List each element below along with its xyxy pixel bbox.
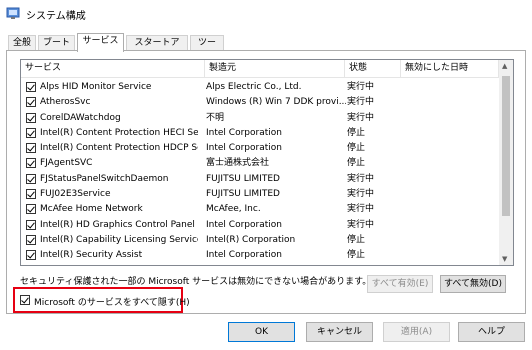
tab-strip: 全般 ブート サービス スタートアップ ツール: [6, 33, 526, 62]
service-status: 停止: [347, 234, 366, 245]
service-checkbox[interactable]: [26, 82, 36, 92]
service-status: 実行中: [347, 112, 375, 123]
service-status: 停止: [347, 143, 366, 154]
tab-tools[interactable]: ツール: [190, 35, 224, 62]
column-header-maker[interactable]: 製造元: [205, 60, 345, 78]
service-checkbox[interactable]: [26, 158, 36, 169]
hide-microsoft-services-label[interactable]: Microsoft のサービスをすべて隠す(H): [34, 295, 190, 308]
service-row[interactable]: FUJ02E3Service FUJITSU LIMITED 実行中: [21, 187, 499, 202]
scroll-thumb[interactable]: [502, 76, 510, 216]
service-status: 実行中: [347, 219, 375, 230]
disable-all-button[interactable]: すべて無効(D): [440, 275, 506, 293]
service-row[interactable]: Intel(R) Security Assist Intel Corporatio…: [21, 248, 499, 263]
service-status: 実行中: [347, 265, 397, 266]
service-maker: FUJITSU LIMITED: [206, 189, 280, 200]
service-row[interactable]: Intel(R) Dynamic Application Loa... Intel…: [21, 264, 499, 266]
hide-microsoft-services-highlight: Microsoft のサービスをすべて隠す(H): [13, 287, 190, 313]
service-name: FUJ02E3Service: [40, 189, 111, 200]
protected-services-note: セキュリティ保護された一部の Microsoft サービスは無効にできない場合が…: [20, 277, 372, 287]
column-header-disabled-date[interactable]: 無効にした日時: [401, 60, 499, 78]
service-row[interactable]: Intel(R) Content Protection HDCP Se... In…: [21, 141, 499, 156]
service-name: McAfee Home Network: [40, 204, 143, 215]
services-panel: サービス 製造元 状態 無効にした日時 Alps HID Monitor Ser…: [6, 50, 526, 314]
service-maker: Intel(R) Corporation: [206, 234, 296, 245]
service-status: 実行中: [347, 189, 375, 200]
service-status: 停止: [347, 158, 366, 169]
service-status: 停止: [347, 250, 366, 261]
help-button[interactable]: ヘルプ: [458, 322, 525, 342]
service-row[interactable]: Intel(R) Capability Licensing Service ..…: [21, 233, 499, 248]
service-row[interactable]: FJStatusPanelSwitchDaemon FUJITSU LIMITED…: [21, 172, 499, 187]
service-name: FJStatusPanelSwitchDaemon: [40, 173, 169, 184]
ok-button[interactable]: OK: [228, 322, 295, 342]
tab-services[interactable]: サービス: [77, 33, 124, 52]
tab-boot[interactable]: ブート: [38, 35, 75, 51]
scroll-down-icon[interactable]: ▼: [502, 255, 507, 263]
service-maker: Intel Corporation: [206, 265, 346, 266]
service-checkbox[interactable]: [26, 173, 36, 184]
hide-microsoft-services-checkbox[interactable]: [20, 295, 30, 305]
service-status: 実行中: [347, 82, 375, 92]
service-maker: Intel Corporation: [206, 143, 282, 154]
service-status: 実行中: [347, 173, 375, 184]
tab-startup[interactable]: スタートアップ: [126, 35, 188, 62]
service-row[interactable]: Alps HID Monitor Service Alps Electric Co…: [21, 80, 499, 95]
service-row[interactable]: McAfee Home Network McAfee, Inc. 実行中: [21, 202, 499, 217]
apply-button[interactable]: 適用(A): [383, 322, 450, 342]
service-name: Intel(R) Dynamic Application Loa...: [40, 265, 198, 266]
service-maker: McAfee, Inc.: [206, 204, 261, 215]
scroll-up-icon[interactable]: ▲: [502, 62, 507, 70]
service-name: Intel(R) Capability Licensing Service ..…: [40, 234, 198, 245]
service-name: FJAgentSVC: [40, 158, 93, 169]
service-maker: Intel Corporation: [206, 250, 282, 261]
service-row[interactable]: Intel(R) HD Graphics Control Panel S... I…: [21, 218, 499, 233]
service-checkbox[interactable]: [26, 127, 36, 138]
service-checkbox[interactable]: [26, 97, 36, 108]
service-checkbox[interactable]: [26, 112, 36, 123]
column-header-service[interactable]: サービス: [21, 60, 205, 78]
service-name: Alps HID Monitor Service: [40, 82, 152, 92]
title-bar: システム構成: [0, 0, 532, 28]
service-maker: 不明: [206, 112, 225, 123]
service-row[interactable]: FJAgentSVC 富士通株式会社 停止: [21, 156, 499, 171]
service-checkbox[interactable]: [26, 189, 36, 200]
service-maker: 富士通株式会社: [206, 158, 270, 169]
service-name: AtherosSvc: [40, 97, 91, 108]
service-status: 停止: [347, 127, 366, 138]
service-name: Intel(R) Content Protection HDCP Se...: [40, 143, 198, 154]
service-checkbox[interactable]: [26, 204, 36, 215]
service-row[interactable]: AtherosSvc Windows (R) Win 7 DDK provi...…: [21, 95, 499, 110]
service-checkbox[interactable]: [26, 234, 36, 245]
service-checkbox[interactable]: [26, 219, 36, 230]
service-maker: FUJITSU LIMITED: [206, 173, 280, 184]
service-name: Intel(R) HD Graphics Control Panel S...: [40, 219, 198, 230]
tab-general[interactable]: 全般: [8, 35, 36, 51]
service-name: Intel(R) Content Protection HECI Ser...: [40, 127, 198, 138]
service-name: CorelDAWatchdog: [40, 112, 121, 123]
vertical-scrollbar[interactable]: ▲ ▼: [499, 60, 513, 265]
window-title: システム構成: [26, 11, 86, 22]
service-maker: Intel Corporation: [206, 219, 282, 230]
service-row[interactable]: Intel(R) Content Protection HECI Ser... I…: [21, 126, 499, 141]
services-list[interactable]: サービス 製造元 状態 無効にした日時 Alps HID Monitor Ser…: [20, 59, 514, 266]
column-header-status[interactable]: 状態: [345, 60, 401, 78]
service-checkbox[interactable]: [26, 143, 36, 154]
service-checkbox[interactable]: [26, 250, 36, 261]
enable-all-button[interactable]: すべて有効(E): [367, 275, 433, 293]
service-row[interactable]: CorelDAWatchdog 不明 実行中: [21, 111, 499, 126]
service-status: 実行中: [347, 204, 375, 215]
service-rows: Alps HID Monitor Service Alps Electric Co…: [21, 80, 513, 266]
list-header: サービス 製造元 状態 無効にした日時: [21, 60, 513, 78]
service-name: Intel(R) Security Assist: [40, 250, 143, 261]
service-maker: Alps Electric Co., Ltd.: [206, 82, 302, 92]
service-status: 実行中: [347, 97, 375, 108]
service-maker: Windows (R) Win 7 DDK provi...: [206, 97, 346, 108]
service-maker: Intel Corporation: [206, 127, 282, 138]
system-config-icon: [6, 7, 20, 19]
cancel-button[interactable]: キャンセル: [306, 322, 373, 342]
